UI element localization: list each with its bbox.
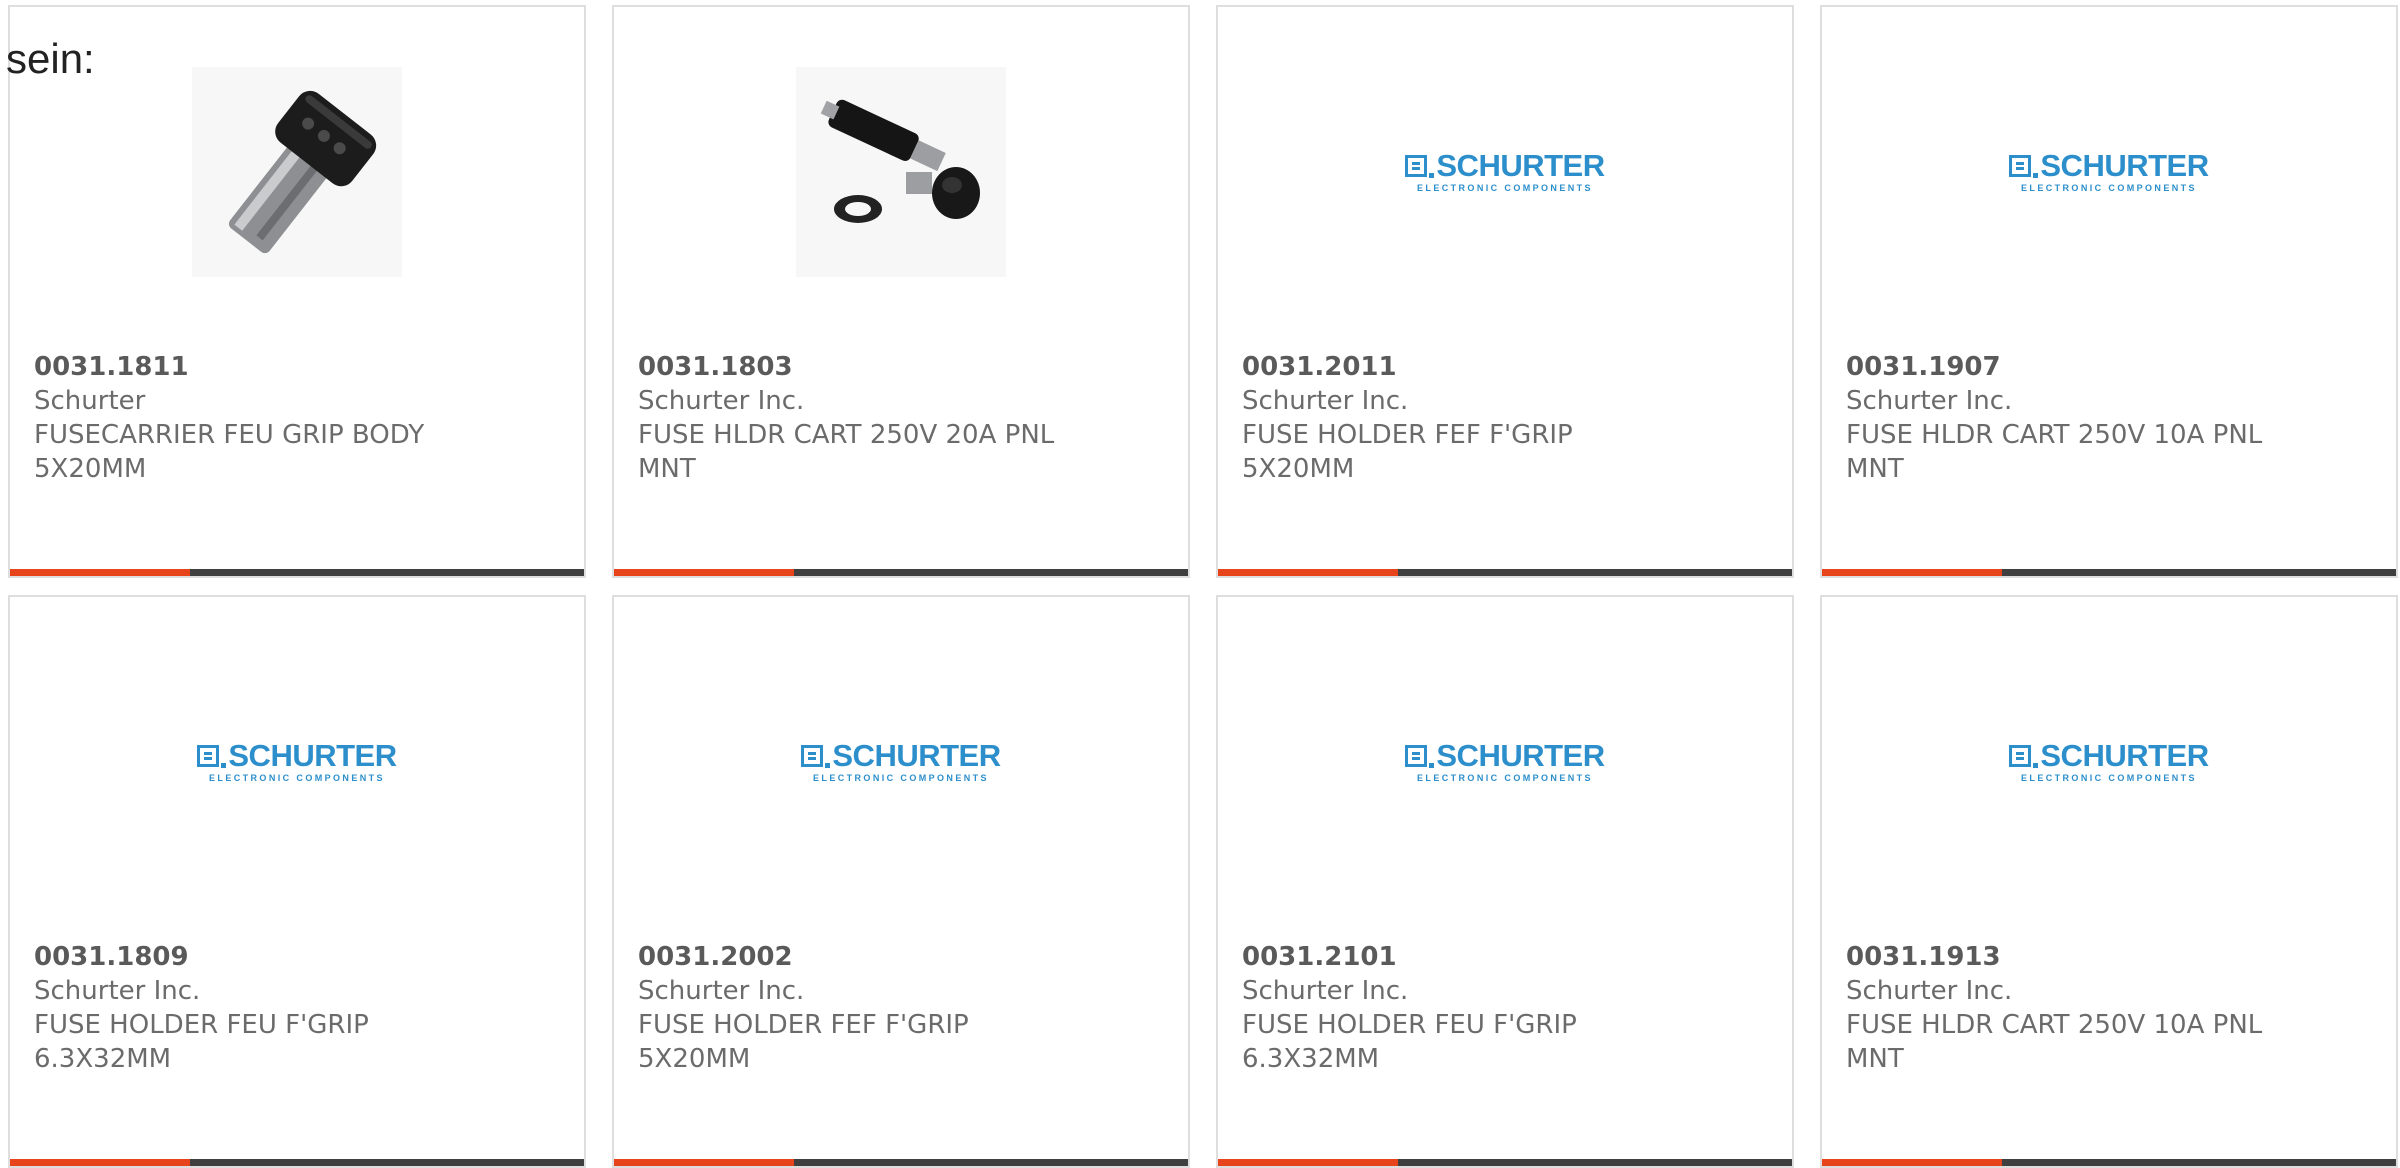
manufacturer: Schurter [34, 386, 146, 416]
part-number[interactable]: 0031.1811 [34, 350, 534, 384]
manufacturer: Schurter Inc. [638, 386, 805, 416]
product-card[interactable]: SCHURTER ELECTRONIC COMPONENTS 0031.1913… [1820, 595, 2398, 1168]
card-accent-bar [1218, 1159, 1398, 1166]
card-accent-bar [1218, 569, 1398, 576]
intro-text: sein: [6, 35, 95, 82]
schurter-logo: SCHURTER ELECTRONIC COMPONENTS [1405, 740, 1605, 783]
manufacturer: Schurter Inc. [34, 976, 201, 1006]
product-image[interactable]: SCHURTER ELECTRONIC COMPONENTS [10, 657, 584, 867]
schurter-mark-icon [197, 745, 220, 767]
card-bottom-bar [614, 1159, 1188, 1166]
product-info: 0031.2011 Schurter Inc. FUSE HOLDER FEF … [1242, 350, 1742, 486]
schurter-mark-icon [2009, 745, 2032, 767]
product-image[interactable] [10, 67, 584, 277]
card-accent-bar [614, 1159, 794, 1166]
schurter-mark-icon [1405, 745, 1428, 767]
product-image[interactable]: SCHURTER ELECTRONIC COMPONENTS [1218, 657, 1792, 867]
card-bottom-bar [10, 569, 584, 576]
manufacturer: Schurter Inc. [1242, 976, 1409, 1006]
schurter-logo: SCHURTER ELECTRONIC COMPONENTS [1405, 150, 1605, 193]
part-number[interactable]: 0031.1809 [34, 940, 534, 974]
product-info: 0031.1913 Schurter Inc. FUSE HLDR CART 2… [1846, 940, 2346, 1076]
description: FUSE HOLDER FEU F'GRIP 6.3X32MM [1242, 1010, 1577, 1074]
product-image[interactable]: SCHURTER ELECTRONIC COMPONENTS [1218, 67, 1792, 277]
fuse-carrier-photo [192, 67, 402, 277]
schurter-logo: SCHURTER ELECTRONIC COMPONENTS [197, 740, 397, 783]
product-info: 0031.2002 Schurter Inc. FUSE HOLDER FEF … [638, 940, 1138, 1076]
manufacturer: Schurter Inc. [638, 976, 805, 1006]
description: FUSE HOLDER FEF F'GRIP 5X20MM [638, 1010, 969, 1074]
product-image[interactable]: SCHURTER ELECTRONIC COMPONENTS [614, 657, 1188, 867]
product-image[interactable] [614, 67, 1188, 277]
manufacturer: Schurter Inc. [1846, 386, 2013, 416]
product-info: 0031.1809 Schurter Inc. FUSE HOLDER FEU … [34, 940, 534, 1076]
description: FUSE HOLDER FEF F'GRIP 5X20MM [1242, 420, 1573, 484]
manufacturer: Schurter Inc. [1846, 976, 2013, 1006]
card-bottom-bar [1822, 1159, 2396, 1166]
description: FUSE HLDR CART 250V 10A PNL MNT [1846, 1010, 2263, 1074]
manufacturer: Schurter Inc. [1242, 386, 1409, 416]
description: FUSECARRIER FEU GRIP BODY 5X20MM [34, 420, 425, 484]
product-grid: 0031.1811 Schurter FUSECARRIER FEU GRIP … [0, 0, 2400, 1168]
product-card[interactable]: SCHURTER ELECTRONIC COMPONENTS 0031.2011… [1216, 5, 1794, 578]
part-number[interactable]: 0031.2011 [1242, 350, 1742, 384]
card-accent-bar [1822, 569, 2002, 576]
part-number[interactable]: 0031.2002 [638, 940, 1138, 974]
card-bottom-bar [1218, 569, 1792, 576]
schurter-mark-icon [1405, 155, 1428, 177]
part-number[interactable]: 0031.1803 [638, 350, 1138, 384]
schurter-mark-icon [2009, 155, 2032, 177]
schurter-mark-icon [801, 745, 824, 767]
product-image[interactable]: SCHURTER ELECTRONIC COMPONENTS [1822, 67, 2396, 277]
card-accent-bar [1822, 1159, 2002, 1166]
product-card[interactable]: SCHURTER ELECTRONIC COMPONENTS 0031.2002… [612, 595, 1190, 1168]
part-number[interactable]: 0031.1907 [1846, 350, 2346, 384]
product-info: 0031.1803 Schurter Inc. FUSE HLDR CART 2… [638, 350, 1138, 486]
schurter-logo: SCHURTER ELECTRONIC COMPONENTS [2009, 740, 2209, 783]
fuse-holder-parts-photo [796, 67, 1006, 277]
card-accent-bar [10, 1159, 190, 1166]
card-bottom-bar [1218, 1159, 1792, 1166]
product-card[interactable]: 0031.1811 Schurter FUSECARRIER FEU GRIP … [8, 5, 586, 578]
product-card[interactable]: SCHURTER ELECTRONIC COMPONENTS 0031.1907… [1820, 5, 2398, 578]
product-card[interactable]: SCHURTER ELECTRONIC COMPONENTS 0031.2101… [1216, 595, 1794, 1168]
product-image[interactable]: SCHURTER ELECTRONIC COMPONENTS [1822, 657, 2396, 867]
product-info: 0031.1907 Schurter Inc. FUSE HLDR CART 2… [1846, 350, 2346, 486]
product-card[interactable]: 0031.1803 Schurter Inc. FUSE HLDR CART 2… [612, 5, 1190, 578]
card-bottom-bar [10, 1159, 584, 1166]
product-info: 0031.1811 Schurter FUSECARRIER FEU GRIP … [34, 350, 534, 486]
card-bottom-bar [614, 569, 1188, 576]
product-info: 0031.2101 Schurter Inc. FUSE HOLDER FEU … [1242, 940, 1742, 1076]
description: FUSE HLDR CART 250V 20A PNL MNT [638, 420, 1055, 484]
schurter-logo: SCHURTER ELECTRONIC COMPONENTS [2009, 150, 2209, 193]
card-accent-bar [10, 569, 190, 576]
part-number[interactable]: 0031.1913 [1846, 940, 2346, 974]
description: FUSE HLDR CART 250V 10A PNL MNT [1846, 420, 2263, 484]
part-number[interactable]: 0031.2101 [1242, 940, 1742, 974]
card-bottom-bar [1822, 569, 2396, 576]
schurter-logo: SCHURTER ELECTRONIC COMPONENTS [801, 740, 1001, 783]
description: FUSE HOLDER FEU F'GRIP 6.3X32MM [34, 1010, 369, 1074]
product-card[interactable]: SCHURTER ELECTRONIC COMPONENTS 0031.1809… [8, 595, 586, 1168]
card-accent-bar [614, 569, 794, 576]
